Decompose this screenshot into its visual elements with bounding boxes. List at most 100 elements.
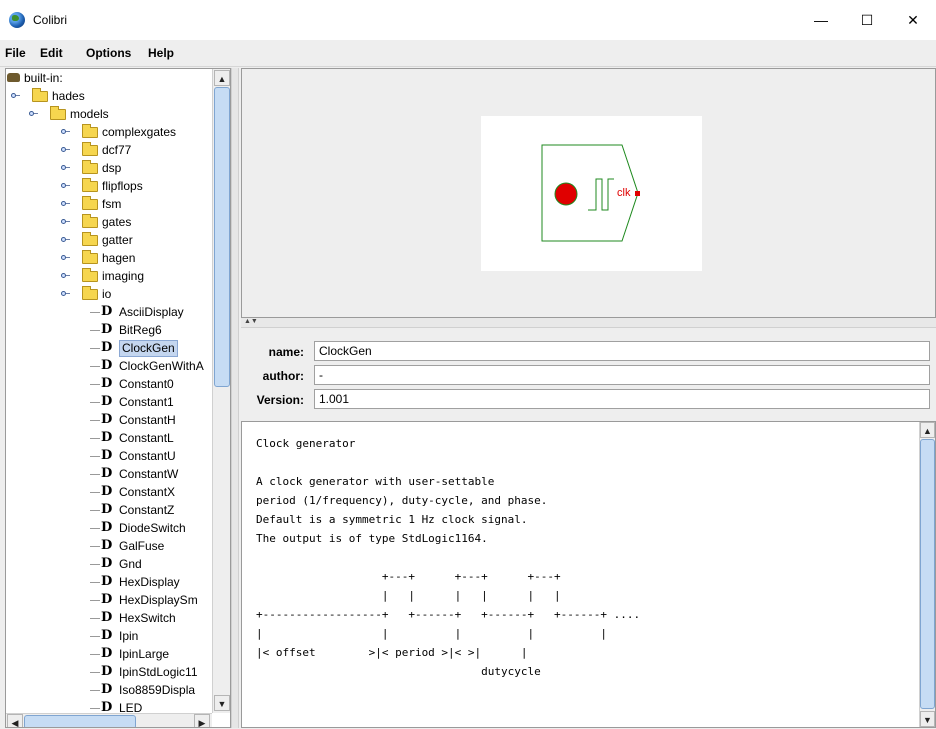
tree-item-constantu[interactable]: D ConstantU: [6, 447, 212, 465]
minimize-button[interactable]: —: [798, 0, 844, 40]
tree-item-bitreg6[interactable]: D BitReg6: [6, 321, 212, 339]
tree-label: HexDisplaySm: [119, 593, 198, 607]
tree-connector: [90, 438, 100, 439]
horizontal-splitter[interactable]: ▲▼: [241, 318, 936, 328]
description-vertical-scrollbar[interactable]: ▲ ▼: [919, 422, 935, 727]
tree-item-ipinstdlogic11[interactable]: D IpinStdLogic11: [6, 663, 212, 681]
tree-folder-dsp[interactable]: dsp: [6, 159, 206, 177]
scroll-left-arrow-icon[interactable]: ◀: [7, 714, 23, 727]
tree-item-clockgenwitha[interactable]: D ClockGenWithA: [6, 357, 212, 375]
tree-label: complexgates: [102, 125, 177, 139]
tree-label: dsp: [102, 161, 122, 175]
folder-icon: [82, 232, 98, 246]
tree-folder-fsm[interactable]: fsm: [6, 195, 206, 213]
vertical-splitter[interactable]: [231, 68, 239, 728]
tree-folder-hagen[interactable]: hagen: [6, 249, 206, 267]
tree-connector: [90, 384, 100, 385]
scroll-thumb[interactable]: [214, 87, 230, 387]
clockgen-symbol: clk: [541, 144, 640, 242]
tree-folder-gatter[interactable]: gatter: [6, 231, 206, 249]
folder-icon: [82, 178, 98, 192]
tree-label: gates: [102, 215, 132, 229]
tree-connector: [90, 546, 100, 547]
component-icon: D: [101, 520, 113, 535]
tree-connector: [90, 456, 100, 457]
author-label: author:: [262, 369, 304, 383]
globe-icon: [9, 12, 25, 28]
description-area[interactable]: Clock generator A clock generator with u…: [241, 421, 936, 728]
component-icon: D: [101, 466, 113, 481]
tree-item-constant1[interactable]: D Constant1: [6, 393, 212, 411]
scroll-up-arrow-icon[interactable]: ▲: [214, 70, 230, 86]
symbol-canvas: clk: [481, 116, 702, 271]
menu-options[interactable]: Options: [86, 46, 131, 60]
scroll-down-arrow-icon[interactable]: ▼: [214, 695, 230, 711]
tree-folder-io[interactable]: io: [6, 285, 206, 303]
tree-folder-models[interactable]: models: [6, 105, 146, 123]
tree-item-iso8859displa[interactable]: D Iso8859Displa: [6, 681, 212, 699]
tree-item-hexdisplaysm[interactable]: D HexDisplaySm: [6, 591, 212, 609]
tree-item-ipinlarge[interactable]: D IpinLarge: [6, 645, 212, 663]
tree-item-hexdisplay[interactable]: D HexDisplay: [6, 573, 212, 591]
tree-item-constantx[interactable]: D ConstantX: [6, 483, 212, 501]
tree-item-gnd[interactable]: D Gnd: [6, 555, 212, 573]
tree-item-ipin[interactable]: D Ipin: [6, 627, 212, 645]
tree-label: ConstantW: [119, 467, 179, 481]
tree-folder-flipflops[interactable]: flipflops: [6, 177, 206, 195]
tree-folder-complexgates[interactable]: complexgates: [6, 123, 206, 141]
tree-folder-gates[interactable]: gates: [6, 213, 206, 231]
tree-connector: [90, 618, 100, 619]
scroll-down-arrow-icon[interactable]: ▼: [920, 711, 935, 727]
collapsed-toggle-icon: [61, 147, 70, 153]
name-field[interactable]: ClockGen: [314, 341, 930, 361]
tree-item-constantl[interactable]: D ConstantL: [6, 429, 212, 447]
component-icon: D: [101, 430, 113, 445]
tree-connector: [90, 582, 100, 583]
splitter-arrows-icon[interactable]: ▲▼: [244, 318, 258, 325]
component-icon: D: [101, 484, 113, 499]
folder-icon: [82, 214, 98, 228]
tree-label: models: [70, 107, 109, 121]
description-text: Clock generator A clock generator with u…: [256, 437, 641, 678]
tree-item-clockgen[interactable]: D ClockGen: [6, 339, 212, 357]
tree-folder-dcf77[interactable]: dcf77: [6, 141, 206, 159]
scroll-right-arrow-icon[interactable]: ▶: [194, 714, 210, 727]
scroll-up-arrow-icon[interactable]: ▲: [920, 422, 935, 438]
tree-connector: [90, 672, 100, 673]
tree-item-constanth[interactable]: D ConstantH: [6, 411, 212, 429]
tree-vertical-scrollbar[interactable]: ▲ ▼: [212, 69, 230, 713]
tree-item-hexswitch[interactable]: D HexSwitch: [6, 609, 212, 627]
version-field[interactable]: 1.001: [314, 389, 930, 409]
menu-file[interactable]: File: [5, 46, 26, 60]
component-icon: D: [101, 358, 113, 373]
component-icon: D: [101, 448, 113, 463]
tree-label: hagen: [102, 251, 136, 265]
component-icon: D: [101, 340, 113, 355]
tree-item-asciidisplay[interactable]: D AsciiDisplay: [6, 303, 212, 321]
scroll-thumb[interactable]: [920, 439, 935, 709]
component-icon: D: [101, 592, 113, 607]
component-tree[interactable]: built-in: hades models complexgates dcf77…: [5, 68, 231, 728]
component-icon: D: [101, 538, 113, 553]
author-field[interactable]: -: [314, 365, 930, 385]
tree-item-diodeswitch[interactable]: D DiodeSwitch: [6, 519, 212, 537]
close-button[interactable]: ✕: [890, 0, 936, 40]
tree-item-constantw[interactable]: D ConstantW: [6, 465, 212, 483]
tree-label: ConstantL: [119, 431, 174, 445]
folder-icon: [82, 160, 98, 174]
tree-item-constant0[interactable]: D Constant0: [6, 375, 212, 393]
tree-folder-imaging[interactable]: imaging: [6, 267, 206, 285]
menu-edit[interactable]: Edit: [40, 46, 63, 60]
window-title: Colibri: [33, 13, 68, 27]
tree-connector: [90, 402, 100, 403]
menu-help[interactable]: Help: [148, 46, 174, 60]
scroll-thumb[interactable]: [24, 715, 136, 727]
maximize-button[interactable]: ☐: [844, 0, 890, 40]
component-icon: D: [101, 304, 113, 319]
collapsed-toggle-icon: [61, 255, 70, 261]
tree-item-constantz[interactable]: D ConstantZ: [6, 501, 212, 519]
tree-folder-hades[interactable]: hades: [6, 87, 126, 105]
tree-item-galfuse[interactable]: D GalFuse: [6, 537, 212, 555]
tree-connector: [90, 366, 100, 367]
tree-horizontal-scrollbar[interactable]: ◀ ▶: [6, 713, 212, 727]
